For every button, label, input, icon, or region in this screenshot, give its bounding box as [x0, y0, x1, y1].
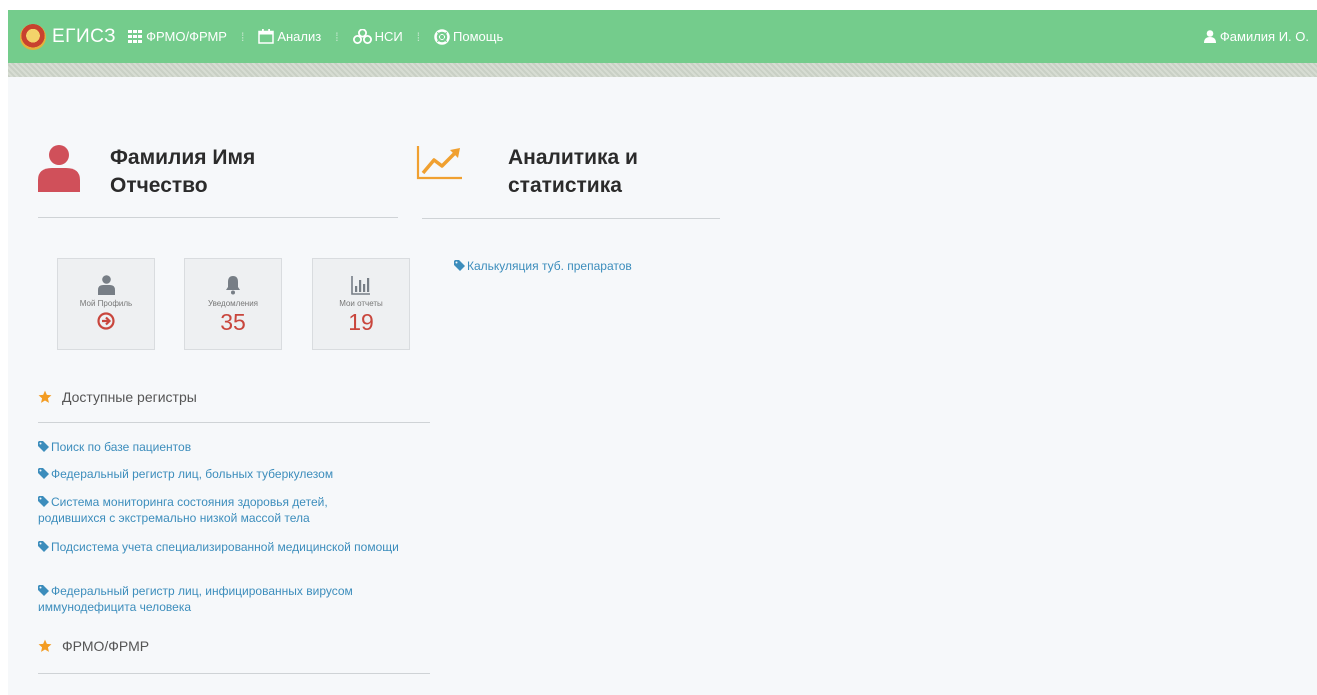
tile-notifications[interactable]: Уведомления 35: [184, 258, 282, 350]
tile-my-reports[interactable]: Мои отчеты 19: [312, 258, 410, 350]
tag-icon: [454, 260, 465, 271]
tag-icon: [38, 541, 49, 552]
nav-item-label: ФРМО/ФРМР: [146, 29, 227, 44]
analytics-header: Аналитика и статистика: [416, 144, 638, 200]
tag-icon: [38, 496, 49, 507]
app-frame: ЕГИСЗ ФРМО/ФРМР ⁞ Анализ ⁞ НСИ ⁞ Помощь …: [8, 10, 1317, 695]
tag-icon: [38, 468, 49, 479]
profile-title-line1: Фамилия Имя: [110, 146, 256, 169]
frmo-heading-label: ФРМО/ФРМР: [62, 638, 150, 654]
arrow-circle-right-icon: [97, 312, 115, 330]
calendar-icon: [258, 29, 275, 44]
register-link[interactable]: Федеральный регистр лиц, инфицированных …: [38, 583, 433, 615]
nav-separator: ⁞: [335, 29, 339, 44]
user-icon: [97, 275, 115, 295]
tile-label: Уведомления: [207, 299, 259, 308]
nav-item-label: НСИ: [374, 29, 403, 44]
register-link[interactable]: Поиск по базе пациентов: [38, 439, 438, 455]
trend-chart-icon: [416, 146, 462, 180]
user-menu[interactable]: Фамилия И. О.: [1203, 10, 1309, 63]
user-name: Фамилия И. О.: [1219, 29, 1309, 44]
bar-chart-icon: [351, 276, 370, 295]
nav-item-nsi[interactable]: НСИ: [352, 29, 403, 44]
bell-icon: [226, 276, 240, 295]
navbar-hatch-strip: [8, 63, 1317, 77]
nav-separator: ⁞: [240, 29, 245, 44]
analytics-title: Аналитика и статистика: [508, 144, 638, 200]
register-link[interactable]: Система мониторинга состояния здоровья д…: [38, 494, 398, 526]
tile-label: Мои отчеты: [339, 299, 383, 308]
nav-item-label: Анализ: [277, 29, 322, 44]
register-link-label: Поиск по базе пациентов: [51, 440, 192, 454]
profile-divider: [38, 217, 398, 218]
brand-logo[interactable]: ЕГИСЗ: [20, 23, 128, 50]
analytics-link[interactable]: Калькуляция туб. препаратов: [454, 259, 632, 273]
reports-count: 19: [348, 309, 374, 335]
nav-item-analysis[interactable]: Анализ: [258, 29, 321, 44]
notifications-count: 35: [220, 309, 246, 335]
register-link-label: Система мониторинга состояния здоровья д…: [38, 495, 328, 525]
nav-item-label: Помощь: [453, 29, 504, 44]
analytics-title-line1: Аналитика и: [508, 146, 638, 169]
user-avatar-icon: [38, 145, 80, 192]
user-icon: [1203, 30, 1216, 43]
profile-title-line2: Отчество: [110, 174, 208, 197]
register-link[interactable]: Федеральный регистр лиц, больных туберку…: [38, 466, 438, 482]
tile-label: Мой Профиль: [79, 299, 133, 308]
brand-title: ЕГИСЗ: [52, 25, 117, 47]
registers-heading: Доступные регистры: [38, 389, 197, 405]
register-link-label: Подсистема учета специализированной меди…: [51, 540, 399, 554]
star-icon: [38, 390, 52, 403]
analytics-title-line2: статистика: [508, 174, 622, 197]
cubes-icon: [352, 29, 372, 44]
analytics-divider: [422, 218, 720, 219]
grid-icon: [128, 30, 143, 43]
profile-header: Фамилия Имя Отчество: [38, 144, 255, 200]
profile-title: Фамилия Имя Отчество: [110, 144, 255, 200]
registers-divider: [38, 422, 430, 423]
register-link-label: Федеральный регистр лиц, больных туберку…: [51, 467, 334, 481]
nav-separator: ⁞: [416, 29, 421, 44]
coat-of-arms-icon: [20, 23, 46, 50]
star-icon: [38, 639, 52, 652]
registers-heading-label: Доступные регистры: [62, 389, 197, 405]
top-navbar: ЕГИСЗ ФРМО/ФРМР ⁞ Анализ ⁞ НСИ ⁞ Помощь …: [8, 10, 1317, 63]
frmo-divider: [38, 673, 430, 674]
nav-item-help[interactable]: Помощь: [434, 28, 504, 45]
register-link[interactable]: Подсистема учета специализированной меди…: [38, 539, 433, 555]
lifebuoy-icon: [434, 28, 450, 45]
tag-icon: [38, 585, 49, 596]
tile-my-profile[interactable]: Мой Профиль: [57, 258, 155, 350]
register-link-label: Федеральный регистр лиц, инфицированных …: [38, 584, 353, 614]
frmo-heading: ФРМО/ФРМР: [38, 638, 149, 654]
nav-item-frmo[interactable]: ФРМО/ФРМР: [128, 29, 227, 44]
tag-icon: [38, 441, 49, 452]
analytics-link-label: Калькуляция туб. препаратов: [467, 259, 632, 273]
